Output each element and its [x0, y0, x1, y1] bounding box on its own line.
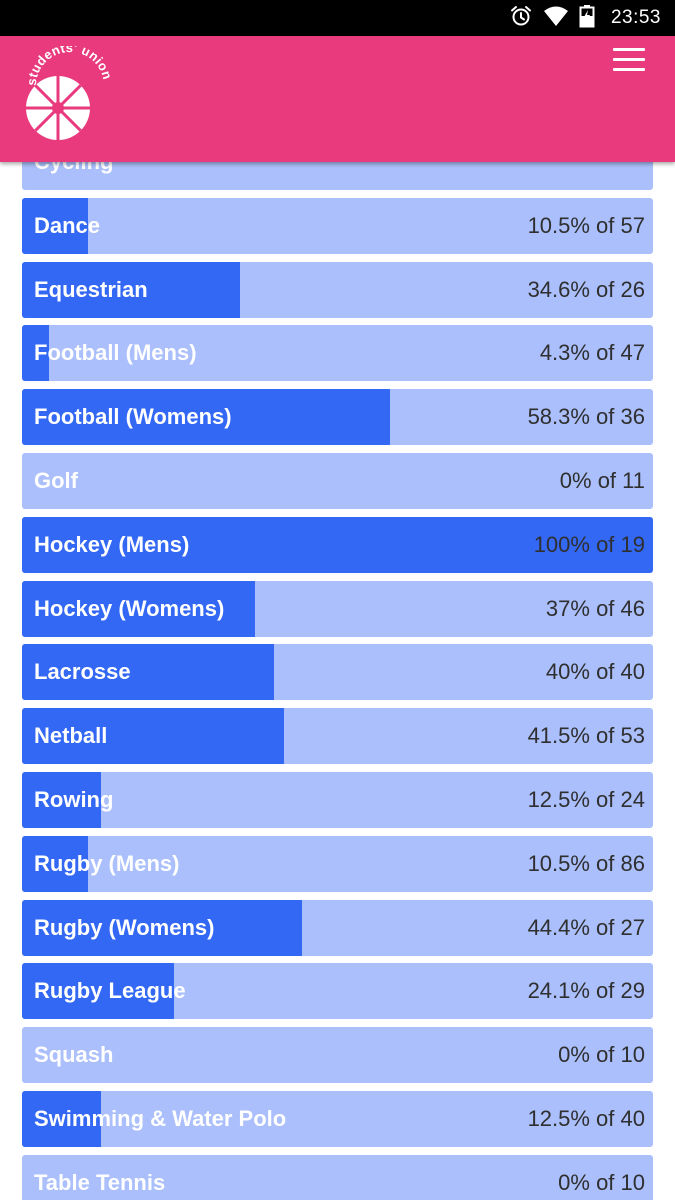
club-row[interactable]: Football (Mens) 4.3% of 47 — [22, 325, 653, 382]
club-stat: 0% of 10 — [558, 1169, 645, 1195]
club-stat: 12.5% of 40 — [527, 1106, 645, 1131]
club-name: Table Tennis — [34, 1169, 166, 1195]
club-row[interactable]: Hockey (Womens) 37% of 46 — [22, 580, 653, 637]
club-stat: 41.5% of 53 — [527, 723, 645, 749]
club-stat: 24.1% of 29 — [527, 978, 645, 1004]
club-name: Hockey (Mens) — [34, 531, 190, 557]
club-row[interactable]: Equestrian 34.6% of 26 — [22, 261, 653, 318]
club-row[interactable]: Golf 0% of 11 — [22, 453, 653, 509]
wifi-icon — [543, 5, 569, 32]
club-name: Lacrosse — [34, 659, 131, 685]
alarm-icon — [509, 4, 533, 33]
students-union-logo[interactable]: students' union — [20, 40, 120, 154]
club-stat: 0% of 10 — [558, 1042, 645, 1068]
club-row[interactable]: Lacrosse 40% of 40 — [22, 644, 653, 701]
club-row[interactable]: Table Tennis 0% of 10 — [22, 1154, 653, 1200]
hamburger-menu-icon[interactable] — [613, 48, 647, 74]
club-row[interactable]: Dance 10.5% of 57 — [22, 197, 653, 254]
club-row[interactable]: Hockey (Mens) 100% of 19 — [22, 516, 653, 573]
club-row[interactable]: Rugby League 24.1% of 29 — [22, 963, 653, 1020]
club-name: Rugby (Mens) — [34, 850, 180, 876]
club-row[interactable]: Rugby (Womens) 44.4% of 27 — [22, 899, 653, 956]
club-stat: 100% of 19 — [533, 531, 645, 557]
club-name: Equestrian — [34, 276, 148, 302]
app-header: students' union — [0, 36, 675, 162]
club-row[interactable]: Football (Womens) 58.3% of 36 — [22, 389, 653, 446]
club-name: Golf — [34, 468, 78, 493]
club-stat: 44.4% of 27 — [527, 914, 645, 940]
club-row[interactable]: Rugby (Mens) 10.5% of 86 — [22, 835, 653, 892]
club-name: Rugby (Womens) — [34, 914, 215, 940]
club-name: Rowing — [34, 787, 114, 812]
club-stat: 37% of 46 — [545, 595, 645, 621]
status-time: 23:53 — [610, 7, 661, 28]
club-stat: 40% of 40 — [545, 659, 645, 685]
club-name: Netball — [34, 723, 108, 749]
club-stat: 10.5% of 57 — [527, 212, 645, 238]
club-stat: 0% of 11 — [559, 468, 645, 493]
club-row[interactable]: Squash 0% of 10 — [22, 1027, 653, 1084]
club-stat: 10.5% of 86 — [527, 850, 645, 876]
club-name: Rugby League — [34, 978, 186, 1004]
battery-charging-icon — [579, 4, 595, 33]
club-name: Swimming & Water Polo — [34, 1106, 287, 1131]
club-stat: 34.6% of 26 — [527, 276, 645, 302]
club-row[interactable]: Rowing 12.5% of 24 — [22, 772, 653, 828]
status-bar: 23:53 — [0, 0, 675, 36]
club-row[interactable]: Netball 41.5% of 53 — [22, 708, 653, 765]
club-name: Hockey (Womens) — [34, 595, 225, 621]
club-stat: 4.3% of 47 — [539, 340, 645, 366]
club-row[interactable]: Swimming & Water Polo 12.5% of 40 — [22, 1091, 653, 1147]
club-name: Squash — [34, 1042, 114, 1068]
club-name: Football (Mens) — [34, 340, 197, 366]
club-stat: 58.3% of 36 — [527, 404, 645, 430]
club-name: Football (Womens) — [34, 404, 232, 430]
club-name: Dance — [34, 212, 101, 238]
club-stat: 12.5% of 24 — [527, 787, 645, 812]
